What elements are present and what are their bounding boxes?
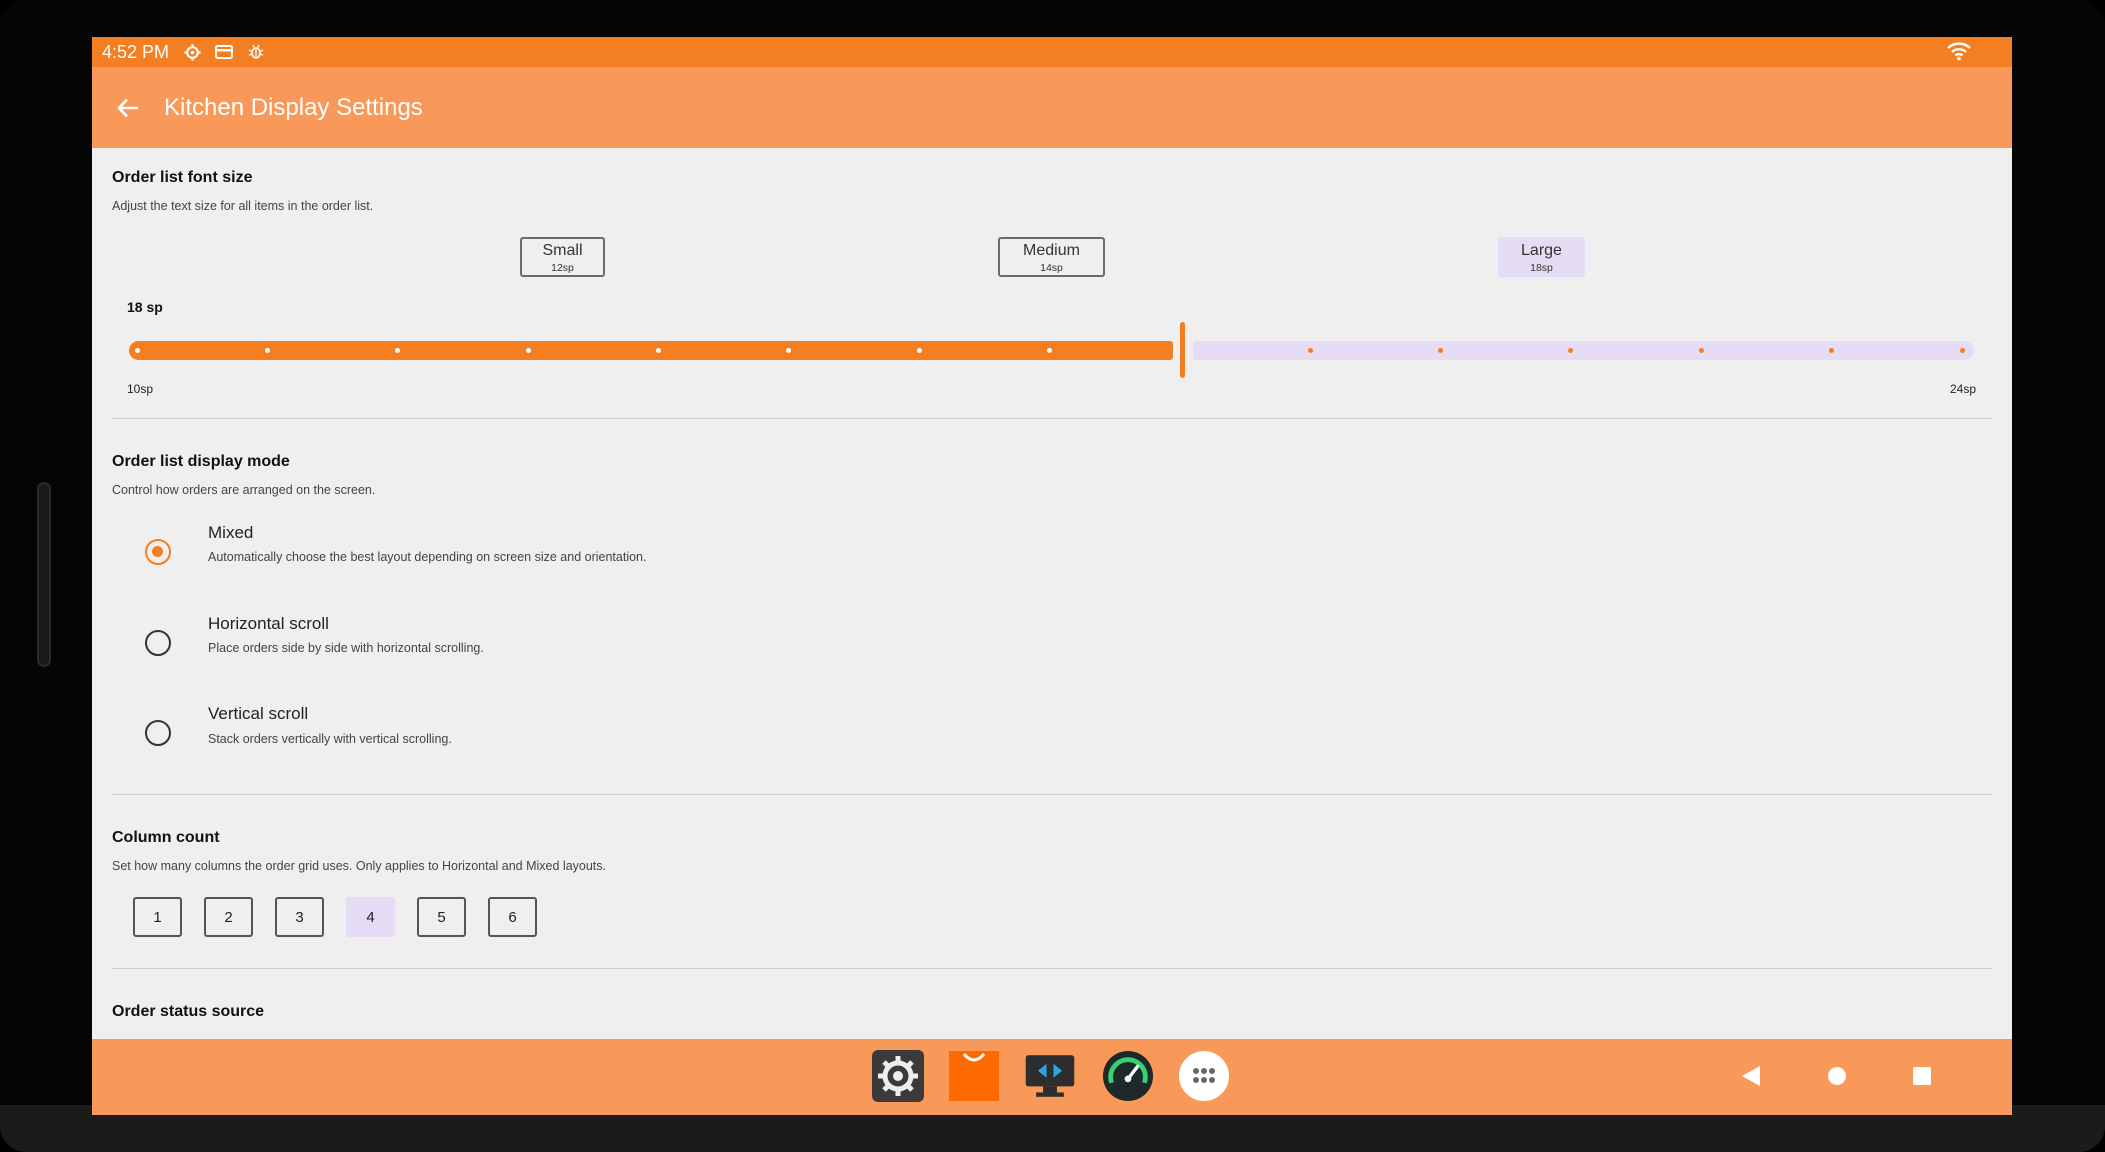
back-triangle-icon[interactable]: [1734, 1059, 1768, 1093]
shop-app-icon[interactable]: [948, 1050, 1000, 1102]
option-horizontal-description: Place orders side by side with horizonta…: [208, 641, 484, 655]
option-vertical-description: Stack orders vertically with vertical sc…: [208, 732, 452, 746]
option-mixed-label: Mixed: [208, 523, 254, 542]
preset-medium-button[interactable]: Medium 14sp: [998, 237, 1105, 277]
display-mode-title: Order list display mode: [112, 453, 290, 470]
column-option-4[interactable]: 4: [346, 897, 395, 937]
arrow-left-icon[interactable]: [114, 94, 142, 122]
preset-small-button[interactable]: Small 12sp: [520, 237, 605, 277]
preset-size: 12sp: [551, 262, 574, 274]
slider-tick: [916, 348, 922, 353]
recents-square-icon[interactable]: [1905, 1059, 1939, 1093]
preset-name: Medium: [1023, 242, 1080, 259]
divider: [112, 968, 1992, 969]
column-option-3[interactable]: 3: [275, 897, 324, 937]
slider-tick: [1047, 348, 1052, 353]
slider-max-label: 24sp: [1950, 382, 1977, 396]
slider-thumb[interactable]: [1180, 322, 1185, 378]
slider-tick: [1959, 348, 1965, 353]
preset-size: 18sp: [1530, 262, 1553, 274]
system-nav-bar: [92, 1039, 2012, 1115]
speedometer-app-icon[interactable]: [1102, 1050, 1154, 1102]
status-time: 4:52 PM: [102, 41, 170, 62]
font-size-value: 18 sp: [127, 299, 163, 315]
option-mixed-description: Automatically choose the best layout dep…: [208, 550, 647, 564]
preset-name: Small: [542, 242, 583, 259]
column-option-6[interactable]: 6: [488, 897, 537, 937]
preset-large-button[interactable]: Large 18sp: [1498, 237, 1585, 277]
slider-tick: [525, 348, 531, 353]
slider-min-label: 10sp: [127, 382, 154, 396]
font-size-title: Order list font size: [112, 169, 253, 186]
remote-desktop-app-icon[interactable]: [1024, 1050, 1076, 1102]
font-size-description: Adjust the text size for all items in th…: [112, 199, 374, 213]
radio-vertical-scroll[interactable]: [145, 720, 171, 746]
slider-tick: [1698, 348, 1704, 353]
bug-icon: [247, 43, 265, 61]
slider-tick: [655, 348, 661, 353]
slider-active-track[interactable]: [129, 341, 1173, 360]
option-vertical-label: Vertical scroll: [208, 704, 309, 723]
preset-size: 14sp: [1040, 262, 1063, 274]
card-icon: [215, 43, 234, 61]
preset-name: Large: [1521, 242, 1562, 259]
app-drawer-icon[interactable]: [1178, 1050, 1230, 1102]
radio-horizontal-scroll[interactable]: [145, 630, 171, 656]
divider: [112, 794, 1992, 795]
status-bar: 4:52 PM: [92, 37, 2012, 67]
column-option-5[interactable]: 5: [417, 897, 466, 937]
slider-tick: [264, 348, 270, 353]
option-horizontal-label: Horizontal scroll: [208, 614, 329, 633]
column-count-title: Column count: [112, 829, 220, 846]
home-circle-icon[interactable]: [1820, 1059, 1854, 1093]
wifi-icon: [1946, 41, 1972, 66]
column-option-2[interactable]: 2: [204, 897, 253, 937]
display-mode-description: Control how orders are arranged on the s…: [112, 483, 376, 497]
screen: 4:52 PM Kitchen Display Settings: [92, 37, 2012, 1115]
column-count-description: Set how many columns the order grid uses…: [112, 859, 606, 873]
column-option-1[interactable]: 1: [133, 897, 182, 937]
app-bar: Kitchen Display Settings: [92, 67, 2012, 148]
page-title: Kitchen Display Settings: [164, 93, 423, 121]
divider: [112, 418, 1992, 419]
radio-mixed[interactable]: [145, 539, 171, 565]
slider-tick: [1307, 348, 1313, 353]
settings-app-icon[interactable]: [872, 1050, 924, 1102]
slider-tick: [134, 348, 140, 353]
device-side-button: [37, 482, 51, 667]
order-status-title: Order status source: [112, 1003, 265, 1020]
settings-gear-icon: [183, 43, 201, 61]
